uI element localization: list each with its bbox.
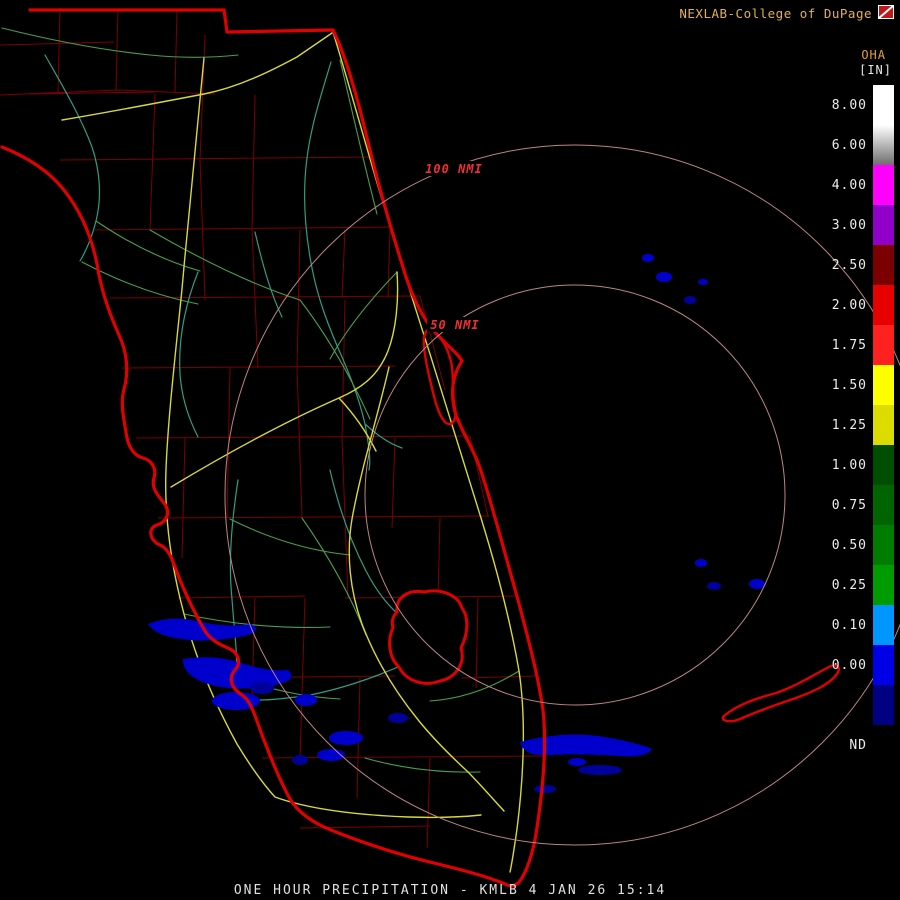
legend-value-label: 1.75 [831, 337, 867, 353]
legend-entry [819, 685, 894, 725]
legend-entry: 1.00 [819, 445, 894, 485]
legend-value-label: 8.00 [831, 97, 867, 113]
legend-value-label: 0.25 [831, 577, 867, 593]
legend-value-label: 4.00 [831, 177, 867, 193]
lake-okeechobee [388, 589, 469, 685]
legend-entry: 2.50 [819, 245, 894, 285]
legend-entry: 0.50 [819, 525, 894, 565]
svg-text:50 NMI: 50 NMI [430, 318, 479, 332]
legend-color-swatch [873, 205, 894, 245]
legend-entry: 1.50 [819, 365, 894, 405]
legend-color-swatch [873, 285, 894, 325]
legend-value-label: 2.00 [831, 297, 867, 313]
legend-color-swatch [873, 85, 894, 125]
legend-color-swatch [873, 325, 894, 365]
brand-text: NEXLAB-College of DuPage [679, 6, 872, 21]
legend-entry: 8.00 [819, 85, 894, 125]
legend-color-swatch [873, 485, 894, 525]
legend-value-label: ND [849, 737, 867, 753]
range-ring-label-100nmi: 100 NMI [421, 161, 487, 176]
legend-entry: 0.75 [819, 485, 894, 525]
legend-entry: 0.10 [819, 605, 894, 645]
legend-value-label: 1.00 [831, 457, 867, 473]
radar-map: 100 NMI 50 NMI [0, 7, 900, 888]
legend-color-swatch [873, 605, 894, 645]
product-code-label: OHA [861, 48, 886, 62]
legend-value-label: 2.50 [831, 257, 867, 273]
legend-color-swatch [873, 125, 894, 165]
legend-entry: 0.00 [819, 645, 894, 685]
legend-color-swatch [873, 245, 894, 285]
cape-canaveral-lagoon [422, 327, 457, 426]
range-ring-label-50nmi: 50 NMI [427, 317, 483, 332]
units-label: [IN] [859, 63, 892, 77]
legend-entry: ND [819, 725, 894, 765]
color-scale-legend: 8.00 6.00 4.00 3.00 2.50 2.00 1.75 1.50 1.25 1.00… [819, 85, 894, 765]
legend-value-label: 0.50 [831, 537, 867, 553]
svg-text:100 NMI: 100 NMI [425, 162, 483, 176]
coastline-layer [0, 8, 840, 888]
legend-color-swatch [873, 365, 894, 405]
legend-value-label: 6.00 [831, 137, 867, 153]
legend-value-label: 0.10 [831, 617, 867, 633]
product-caption: ONE HOUR PRECIPITATION - KMLB 4 JAN 26 1… [233, 883, 667, 898]
legend-value-label: 1.25 [831, 417, 867, 433]
legend-entry: 2.00 [819, 285, 894, 325]
legend-color-swatch [873, 685, 894, 725]
legend-color-swatch [873, 645, 894, 685]
legend-entry: 4.00 [819, 165, 894, 205]
nexlab-logo-icon [878, 5, 894, 19]
legend-entry: 3.00 [819, 205, 894, 245]
legend-value-label: 0.75 [831, 497, 867, 513]
legend-value-label: 1.50 [831, 377, 867, 393]
legend-value-label: 3.00 [831, 217, 867, 233]
legend-color-swatch [873, 445, 894, 485]
legend-entry: 6.00 [819, 125, 894, 165]
river-layer [44, 54, 403, 701]
legend-entry: 1.25 [819, 405, 894, 445]
legend-color-swatch [873, 165, 894, 205]
legend-entry: 1.75 [819, 325, 894, 365]
legend-color-swatch [873, 565, 894, 605]
legend-color-swatch [873, 525, 894, 565]
legend-color-swatch [873, 405, 894, 445]
legend-color-swatch [873, 725, 894, 765]
legend-entry: 0.25 [819, 565, 894, 605]
legend-value-label: 0.00 [831, 657, 867, 673]
